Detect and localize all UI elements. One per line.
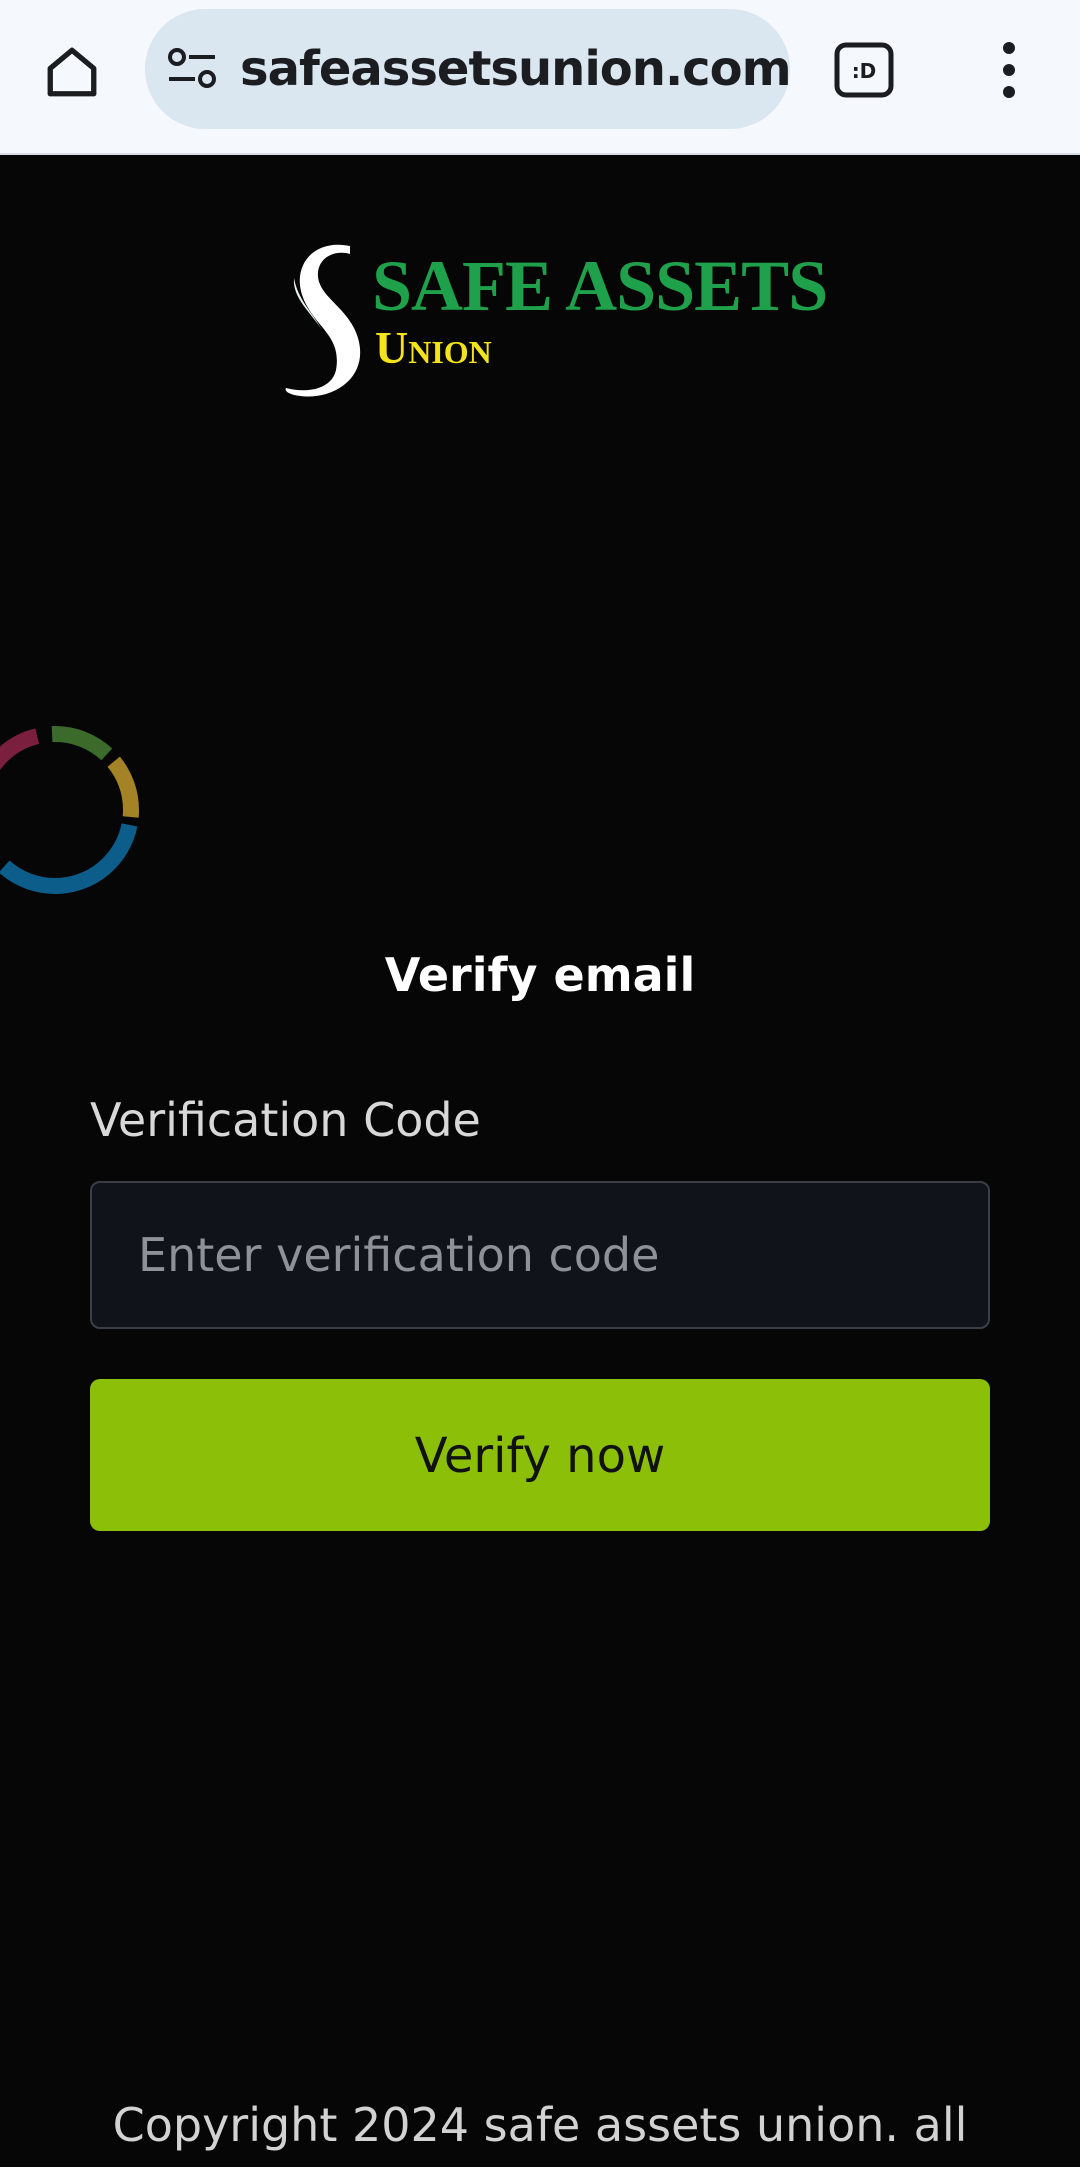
copyright-text: Copyright 2024 safe assets union. all bbox=[112, 2098, 968, 2152]
verification-code-input[interactable] bbox=[90, 1181, 990, 1329]
address-bar[interactable]: safeassetsunion.com/ bbox=[145, 9, 790, 129]
verify-now-button[interactable]: Verify now bbox=[90, 1379, 990, 1531]
page-title: Verify email bbox=[384, 948, 696, 1002]
more-menu-button[interactable] bbox=[985, 38, 1033, 102]
tab-switcher-button[interactable]: :D bbox=[832, 38, 896, 102]
home-button[interactable] bbox=[32, 32, 112, 112]
site-logo[interactable]: SAFE ASSETS Union bbox=[272, 238, 828, 398]
tab-switcher-icon: :D bbox=[834, 42, 894, 98]
logo-subtitle: Union bbox=[375, 322, 492, 373]
tab-count-label: :D bbox=[852, 59, 877, 83]
site-settings-icon[interactable] bbox=[167, 47, 217, 91]
browser-toolbar: safeassetsunion.com/ :D bbox=[0, 0, 1080, 155]
more-menu-icon bbox=[1003, 42, 1015, 98]
home-icon bbox=[47, 47, 97, 97]
url-text[interactable]: safeassetsunion.com/ bbox=[240, 9, 790, 129]
loading-spinner-icon bbox=[0, 726, 139, 894]
verification-code-label: Verification Code bbox=[90, 1093, 481, 1147]
logo-s-mark-icon bbox=[285, 244, 361, 397]
logo-title: SAFE ASSETS bbox=[372, 246, 828, 326]
